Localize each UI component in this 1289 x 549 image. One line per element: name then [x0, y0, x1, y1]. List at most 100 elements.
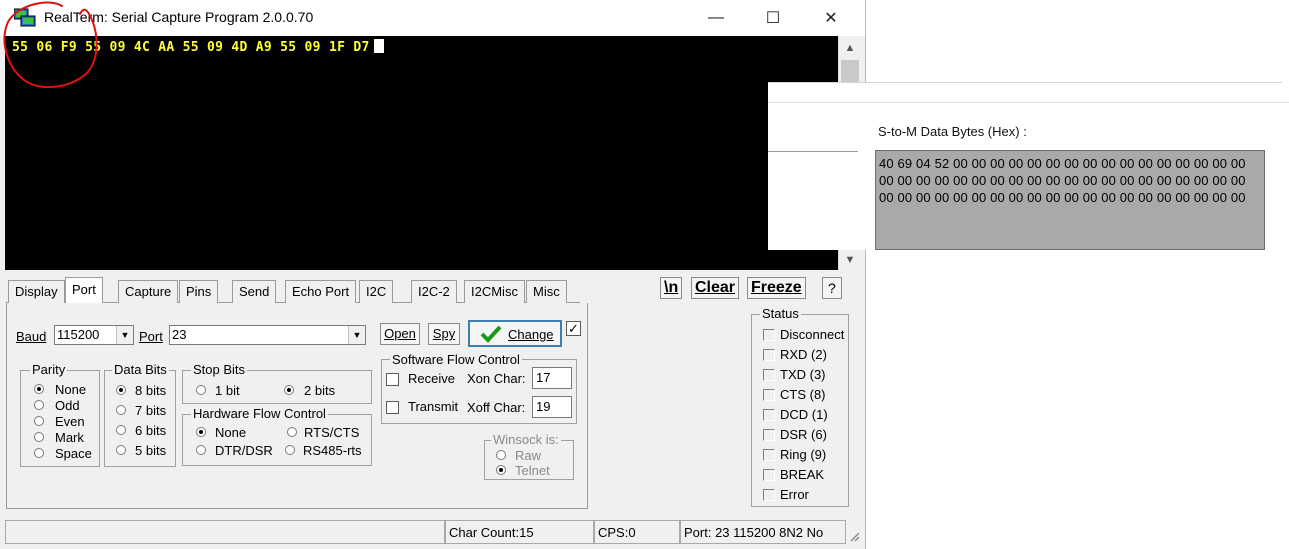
- parity-none-label: None: [55, 382, 87, 397]
- parity-even-label: Even: [55, 414, 85, 429]
- data-bits-8-label: 8 bits: [135, 383, 167, 398]
- status-led-txd: [763, 369, 775, 381]
- change-label: Change: [508, 327, 554, 342]
- parity-even-radio[interactable]: [34, 416, 44, 426]
- port-select[interactable]: 23 ▼: [169, 325, 366, 345]
- tab-i2cmisc[interactable]: I2CMisc: [464, 280, 525, 303]
- port-value: 23: [172, 327, 187, 342]
- help-button[interactable]: ?: [822, 277, 842, 299]
- maximize-button[interactable]: ☐: [750, 0, 796, 36]
- status-disconnect-label: Disconnect: [780, 327, 845, 342]
- winsock-title: Winsock is:: [491, 432, 561, 447]
- resize-grip-icon[interactable]: [848, 530, 860, 542]
- terminal-hex-data: 55 06 F9 55 09 4C AA 55 09 4D A9 55 09 1…: [12, 40, 370, 55]
- data-bits-5-radio[interactable]: [116, 445, 126, 455]
- status-led-cts: [763, 389, 775, 401]
- open-button[interactable]: Open: [380, 323, 420, 345]
- receive-label: Receive: [408, 371, 455, 386]
- chevron-down-icon[interactable]: ▼: [348, 326, 365, 344]
- close-button[interactable]: ✕: [808, 0, 854, 36]
- tab-capture[interactable]: Capture: [118, 280, 179, 303]
- terminal-display[interactable]: 55 06 F9 55 09 4C AA 55 09 4D A9 55 09 1…: [5, 36, 838, 270]
- transmit-checkbox[interactable]: [386, 401, 399, 414]
- realterm-window: RealTerm: Serial Capture Program 2.0.0.7…: [0, 0, 866, 549]
- baud-label: Baud: [16, 329, 47, 344]
- s-to-m-row-1: 40 69 04 52 00 00 00 00 00 00 00 00 00 0…: [879, 156, 1246, 171]
- parity-mark-label: Mark: [55, 430, 84, 445]
- xoff-char-input[interactable]: 19: [532, 396, 572, 418]
- port-label: Port: [139, 329, 163, 344]
- status-txd-label: TXD (3): [780, 367, 826, 382]
- freeze-button[interactable]: Freeze: [747, 277, 806, 299]
- winsock-raw-label: Raw: [515, 448, 542, 463]
- title-bar: RealTerm: Serial Capture Program 2.0.0.7…: [0, 0, 865, 36]
- transmit-label: Transmit: [408, 399, 459, 414]
- xon-char-input[interactable]: 17: [532, 367, 572, 389]
- change-button[interactable]: Change: [468, 320, 562, 347]
- minimize-button[interactable]: —: [693, 0, 739, 36]
- hw-flow-group: [182, 414, 372, 466]
- hw-flow-title: Hardware Flow Control: [191, 406, 328, 421]
- status-title: Status: [760, 306, 801, 321]
- stop-bits-1-radio[interactable]: [196, 385, 206, 395]
- status-break-label: BREAK: [780, 467, 825, 482]
- parity-title: Parity: [30, 362, 68, 377]
- winsock-telnet-radio[interactable]: [496, 465, 506, 475]
- tab-i2c[interactable]: I2C: [359, 280, 394, 303]
- hw-flow-none-label: None: [215, 425, 247, 440]
- hw-flow-rtscts-radio[interactable]: [287, 427, 297, 437]
- winsock-telnet-label: Telnet: [515, 463, 550, 478]
- change-checkbox[interactable]: ✓: [566, 321, 581, 336]
- baud-select[interactable]: 115200 ▼: [54, 325, 134, 345]
- stop-bits-2-radio[interactable]: [284, 385, 294, 395]
- data-bits-8-radio[interactable]: [116, 385, 126, 395]
- realterm-app-icon: [14, 8, 36, 27]
- spy-button[interactable]: Spy: [428, 323, 460, 345]
- hw-flow-rs485-label: RS485-rts: [303, 443, 362, 458]
- chevron-down-icon[interactable]: ▼: [116, 326, 133, 344]
- data-bits-7-radio[interactable]: [116, 405, 126, 415]
- status-dcd-label: DCD (1): [780, 407, 828, 422]
- status-error-label: Error: [780, 487, 809, 502]
- stop-bits-title: Stop Bits: [191, 362, 248, 377]
- char-count: Char Count:15: [445, 520, 594, 544]
- tab-misc[interactable]: Misc: [526, 280, 567, 303]
- data-bits-6-radio[interactable]: [116, 425, 126, 435]
- data-bits-title: Data Bits: [112, 362, 169, 377]
- tab-pins[interactable]: Pins: [179, 280, 219, 303]
- parity-none-radio[interactable]: [34, 384, 44, 394]
- scroll-down-icon[interactable]: ▼: [839, 250, 861, 270]
- tab-port[interactable]: Port: [65, 277, 103, 303]
- stop-bits-2-label: 2 bits: [304, 383, 336, 398]
- newline-button[interactable]: \n: [660, 277, 683, 299]
- parity-mark-radio[interactable]: [34, 432, 44, 442]
- sw-flow-title: Software Flow Control: [390, 352, 522, 367]
- hw-flow-rs485-radio[interactable]: [285, 445, 295, 455]
- data-bits-7-label: 7 bits: [135, 403, 167, 418]
- parity-odd-radio[interactable]: [34, 400, 44, 410]
- clear-button[interactable]: Clear: [691, 277, 740, 299]
- s-to-m-data-box[interactable]: 40 69 04 52 00 00 00 00 00 00 00 00 00 0…: [875, 150, 1265, 250]
- s-to-m-label: S-to-M Data Bytes (Hex) :: [878, 124, 1027, 139]
- panel-divider: [768, 151, 858, 152]
- receive-checkbox[interactable]: [386, 373, 399, 386]
- window-title: RealTerm: Serial Capture Program 2.0.0.7…: [44, 9, 314, 25]
- panel-separator: [768, 102, 1289, 103]
- s-to-m-row-2: 00 00 00 00 00 00 00 00 00 00 00 00 00 0…: [879, 173, 1246, 188]
- hw-flow-dtrdsr-radio[interactable]: [196, 445, 206, 455]
- tab-display[interactable]: Display: [8, 280, 65, 303]
- xon-label: Xon Char:: [467, 371, 526, 386]
- hw-flow-none-radio[interactable]: [196, 427, 206, 437]
- status-led-dsr: [763, 429, 775, 441]
- tab-echo-port[interactable]: Echo Port: [285, 280, 357, 303]
- tab-send[interactable]: Send: [232, 280, 277, 303]
- port-info: Port: 23 115200 8N2 No: [680, 520, 846, 544]
- tab-i2c-2[interactable]: I2C-2: [411, 280, 457, 303]
- winsock-raw-radio[interactable]: [496, 450, 506, 460]
- terminal-cursor: [373, 39, 384, 53]
- parity-space-label: Space: [55, 446, 92, 461]
- parity-space-radio[interactable]: [34, 448, 44, 458]
- xoff-label: Xoff Char:: [467, 400, 526, 415]
- scroll-up-icon[interactable]: ▲: [839, 38, 861, 58]
- status-led-break: [763, 469, 775, 481]
